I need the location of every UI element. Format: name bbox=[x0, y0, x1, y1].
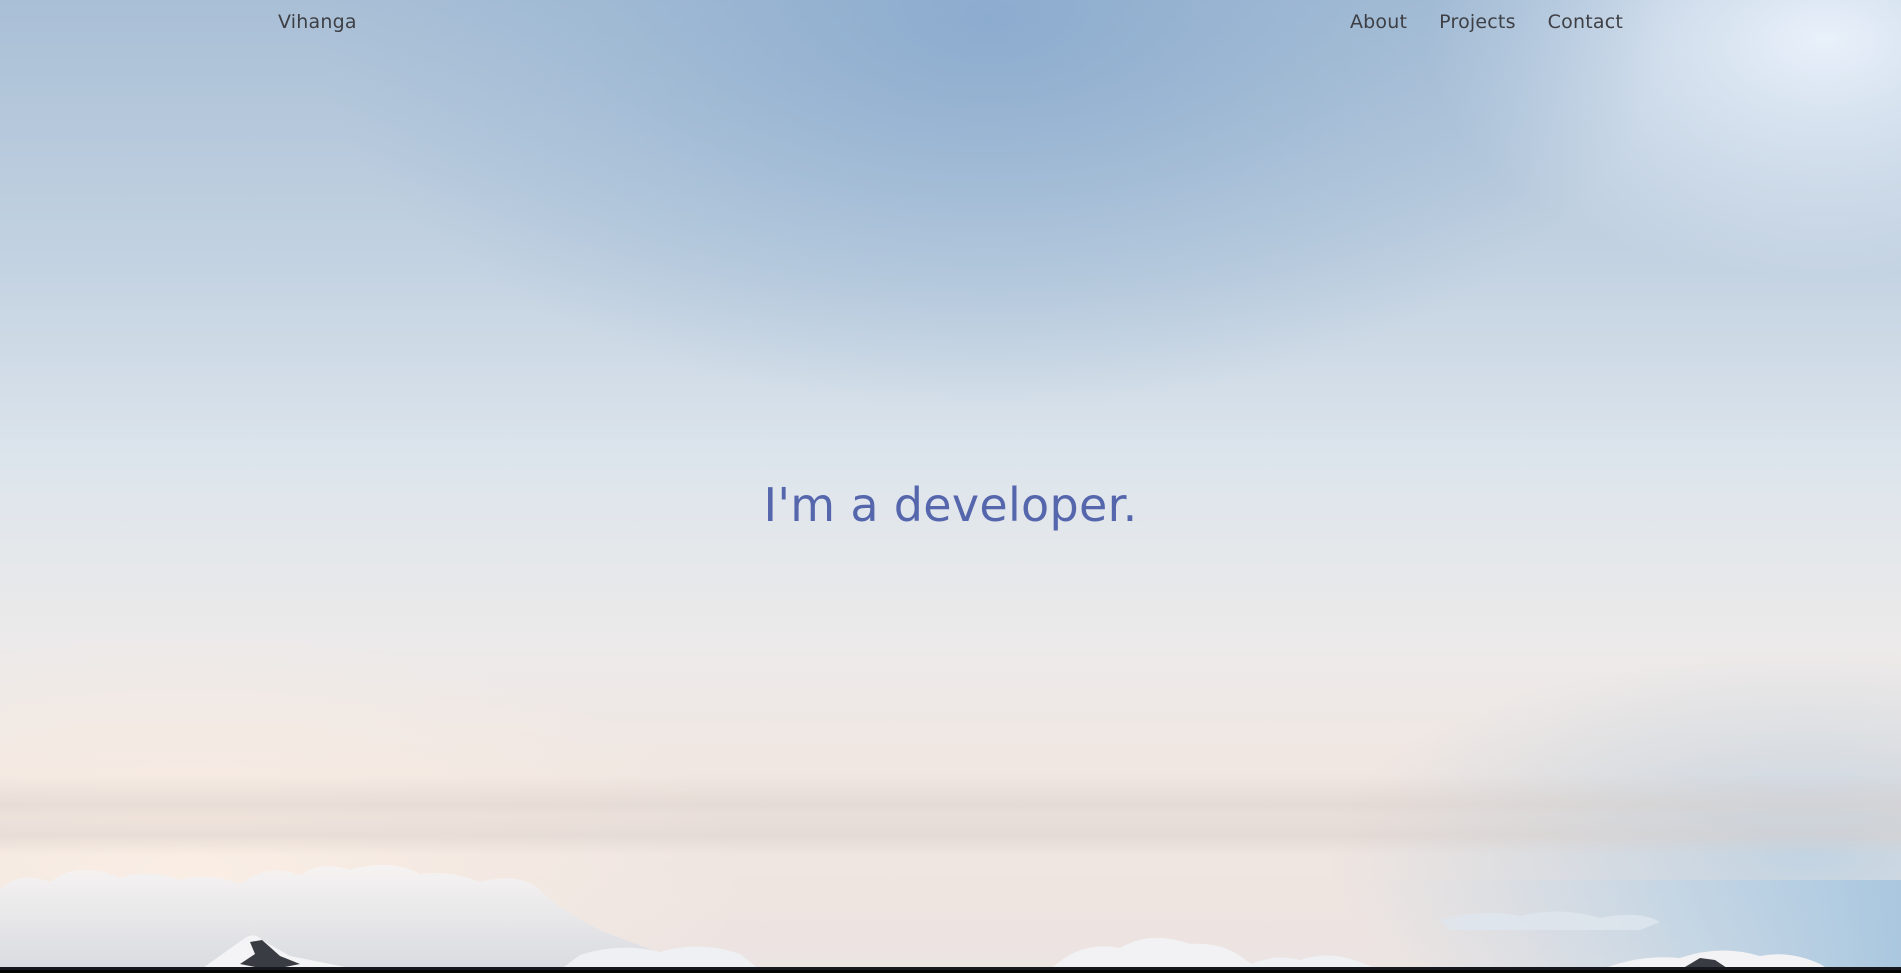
nav-links: About Projects Contact bbox=[1350, 11, 1623, 33]
brand-link[interactable]: Vihanga bbox=[278, 11, 357, 33]
page-bottom-edge bbox=[0, 967, 1901, 970]
clouds-and-mountains-image bbox=[0, 864, 1901, 970]
nav-link-about[interactable]: About bbox=[1350, 11, 1407, 33]
nav-item-contact: Contact bbox=[1548, 11, 1623, 33]
nav-link-projects[interactable]: Projects bbox=[1439, 11, 1516, 33]
top-navbar: Vihanga About Projects Contact bbox=[0, 0, 1901, 48]
nav-item-about: About bbox=[1350, 11, 1407, 33]
sky-haze-lower bbox=[0, 815, 1901, 855]
hero-headline: I'm a developer. bbox=[763, 478, 1138, 532]
nav-link-contact[interactable]: Contact bbox=[1548, 11, 1623, 33]
nav-item-projects: Projects bbox=[1439, 11, 1516, 33]
